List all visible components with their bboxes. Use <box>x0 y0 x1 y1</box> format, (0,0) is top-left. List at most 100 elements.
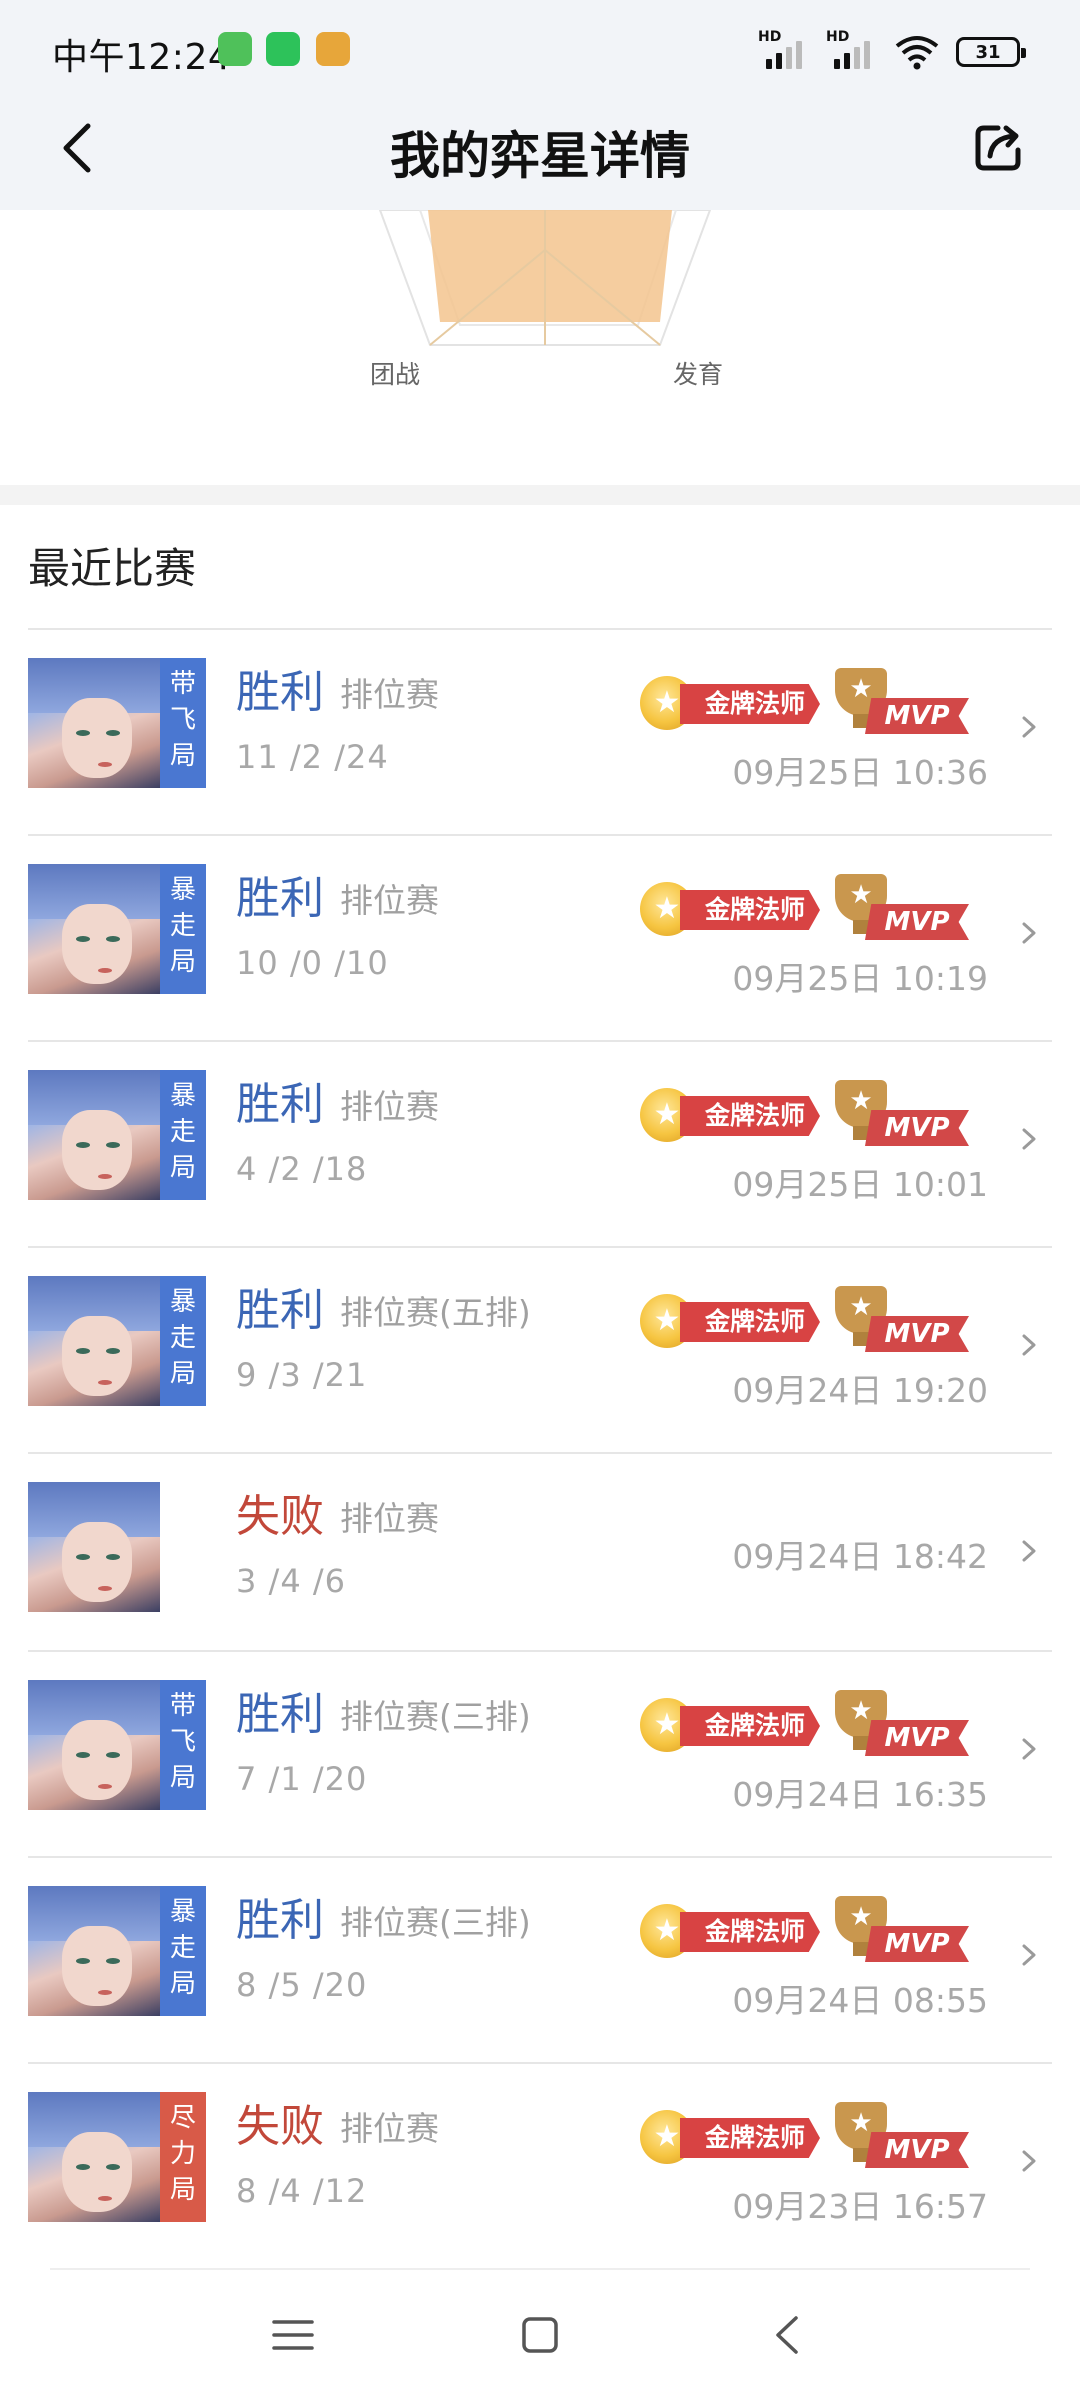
chevron-right-icon[interactable] <box>1018 2148 1040 2174</box>
nav-back-button[interactable] <box>768 2314 808 2356</box>
square-icon <box>522 2317 558 2353</box>
gold-badge-label: 金牌法师 <box>680 1912 820 1952</box>
status-time: 中午12:24 <box>52 37 232 78</box>
chevron-right-icon[interactable] <box>1018 1942 1040 1968</box>
top-bar: 中午12:24 HD HD 31 我的弈星详情 <box>0 0 1080 210</box>
app-notification-icon-2 <box>316 32 350 66</box>
hd-label-2: HD <box>826 29 850 45</box>
battery-level: 31 <box>975 41 1001 63</box>
match-time: 09月25日 10:19 <box>732 959 988 998</box>
match-time: 09月23日 16:57 <box>732 2187 988 2226</box>
hero-avatar <box>28 864 160 994</box>
status-indicators: HD HD 31 <box>758 29 1026 72</box>
gold-mage-badge: ★ 金牌法师 <box>640 676 826 730</box>
mvp-label: MVP <box>865 698 969 734</box>
kda: 8 /5 /20 <box>236 1966 368 2004</box>
match-mode: 排位赛 <box>340 1499 439 1538</box>
gold-mage-badge: ★ 金牌法师 <box>640 1698 826 1752</box>
chevron-left-icon <box>776 2316 798 2354</box>
chevron-right-icon[interactable] <box>1018 1736 1040 1762</box>
match-row[interactable]: 暴 走 局胜利 排位赛(三排) 8 /5 /20 ★ 金牌法师 ★ MVP 09月24日 08… <box>0 1856 1080 2062</box>
mvp-label: MVP <box>865 2132 969 2168</box>
mvp-badge: ★ MVP <box>835 874 971 940</box>
row-divider <box>28 1452 1052 1454</box>
menu-button[interactable] <box>272 2318 314 2352</box>
performance-tag: 暴 走 局 <box>160 864 206 994</box>
performance-tag: 尽 力 局 <box>160 2092 206 2222</box>
match-time: 09月24日 08:55 <box>732 1981 988 2020</box>
match-time: 09月24日 16:35 <box>732 1775 988 1814</box>
match-mode: 排位赛 <box>340 2109 439 2148</box>
chevron-right-icon[interactable] <box>1018 1538 1040 1564</box>
match-list: 带 飞 局胜利 排位赛 11 /2 /24 ★ 金牌法师 ★ MVP 09月25日 10:36… <box>0 628 1080 2268</box>
match-mode: 排位赛 <box>340 881 439 920</box>
kda: 7 /1 /20 <box>236 1760 368 1798</box>
match-result: 失败 <box>236 2101 324 2152</box>
gold-badge-label: 金牌法师 <box>680 2118 820 2158</box>
performance-tag: 暴 走 局 <box>160 1070 206 1200</box>
radar-label-farming: 发育 <box>673 360 724 389</box>
chevron-right-icon[interactable] <box>1018 1126 1040 1152</box>
gold-mage-badge: ★ 金牌法师 <box>640 882 826 936</box>
gold-mage-badge: ★ 金牌法师 <box>640 2110 826 2164</box>
chevron-right-icon[interactable] <box>1018 920 1040 946</box>
radar-label-teamfight: 团战 <box>370 360 421 389</box>
match-row[interactable]: 暴 走 局胜利 排位赛(五排) 9 /3 /21 ★ 金牌法师 ★ MVP 09月24日 19… <box>0 1246 1080 1452</box>
match-row[interactable]: 带 飞 局胜利 排位赛 11 /2 /24 ★ 金牌法师 ★ MVP 09月25日 10:36 <box>0 628 1080 834</box>
match-mode: 排位赛 <box>340 1087 439 1126</box>
match-time: 09月24日 18:42 <box>732 1537 988 1576</box>
performance-tag: 带 飞 局 <box>160 1680 206 1810</box>
share-button[interactable] <box>968 118 1028 178</box>
chevron-right-icon[interactable] <box>1018 1332 1040 1358</box>
section-divider <box>0 485 1080 505</box>
match-mode: 排位赛(三排) <box>340 1903 531 1942</box>
gold-mage-badge: ★ 金牌法师 <box>640 1088 826 1142</box>
match-row[interactable]: 暴 走 局胜利 排位赛 10 /0 /10 ★ 金牌法师 ★ MVP 09月25日 10:19 <box>0 834 1080 1040</box>
match-result: 胜利 <box>236 1895 324 1946</box>
mvp-badge: ★ MVP <box>835 1690 971 1756</box>
row-divider <box>28 1246 1052 1248</box>
match-result: 胜利 <box>236 1689 324 1740</box>
match-row[interactable]: 尽 力 局失败 排位赛 8 /4 /12 ★ 金牌法师 ★ MVP 09月23日 16:57 <box>0 2062 1080 2268</box>
hero-avatar <box>28 2092 160 2222</box>
gold-badge-label: 金牌法师 <box>680 1302 820 1342</box>
mvp-label: MVP <box>865 1110 969 1146</box>
mvp-badge: ★ MVP <box>835 1286 971 1352</box>
system-nav-bar <box>0 2268 1080 2400</box>
match-result: 胜利 <box>236 873 324 924</box>
home-button[interactable] <box>520 2315 560 2355</box>
hd-label: HD <box>758 29 782 45</box>
mvp-badge: ★ MVP <box>835 1080 971 1146</box>
kda: 3 /4 /6 <box>236 1562 346 1600</box>
gold-mage-badge: ★ 金牌法师 <box>640 1904 826 1958</box>
match-row[interactable]: 失败 排位赛 3 /4 /6 09月24日 18:42 <box>0 1452 1080 1650</box>
mvp-label: MVP <box>865 1926 969 1962</box>
hero-avatar <box>28 1680 160 1810</box>
match-mode: 排位赛(五排) <box>340 1293 531 1332</box>
hero-avatar <box>28 1070 160 1200</box>
mvp-badge: ★ MVP <box>835 2102 971 2168</box>
match-mode: 排位赛(三排) <box>340 1697 531 1736</box>
section-title: 最近比赛 <box>28 544 197 593</box>
kda: 4 /2 /18 <box>236 1150 368 1188</box>
gold-badge-label: 金牌法师 <box>680 1706 820 1746</box>
chevron-right-icon[interactable] <box>1018 714 1040 740</box>
battery-icon: 31 <box>956 37 1026 67</box>
kda: 8 /4 /12 <box>236 2172 368 2210</box>
status-bar: 中午12:24 HD HD 31 <box>0 0 1080 100</box>
match-mode: 排位赛 <box>340 675 439 714</box>
hero-avatar <box>28 1482 160 1612</box>
match-result: 胜利 <box>236 1285 324 1336</box>
hero-avatar <box>28 658 160 788</box>
hero-avatar <box>28 1276 160 1406</box>
menu-icon <box>272 2320 314 2350</box>
row-divider <box>28 834 1052 836</box>
match-row[interactable]: 暴 走 局胜利 排位赛 4 /2 /18 ★ 金牌法师 ★ MVP 09月25日 10:01 <box>0 1040 1080 1246</box>
match-row[interactable]: 带 飞 局胜利 排位赛(三排) 7 /1 /20 ★ 金牌法师 ★ MVP 09月24日 16… <box>0 1650 1080 1856</box>
gold-badge-label: 金牌法师 <box>680 1096 820 1136</box>
performance-tag: 暴 走 局 <box>160 1276 206 1406</box>
app-notification-icon <box>218 32 252 66</box>
cell-signal-icon: HD <box>758 29 810 71</box>
match-time: 09月25日 10:36 <box>732 753 988 792</box>
row-divider <box>28 628 1052 630</box>
